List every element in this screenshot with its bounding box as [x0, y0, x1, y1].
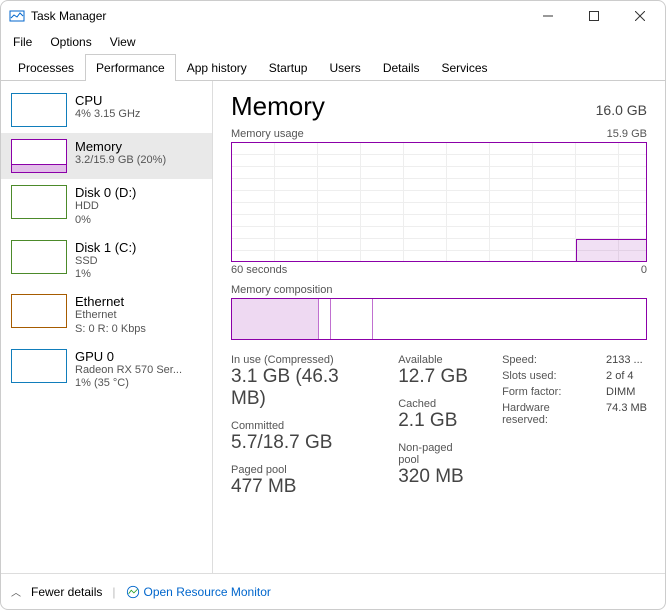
window-title: Task Manager — [31, 9, 106, 23]
tab-details[interactable]: Details — [372, 54, 431, 81]
sidebar-item-label: Disk 1 (C:) — [75, 240, 136, 255]
sidebar-item-label: Ethernet — [75, 294, 146, 309]
tab-startup[interactable]: Startup — [258, 54, 319, 81]
menu-file[interactable]: File — [5, 33, 40, 51]
disk-thumb — [11, 185, 67, 219]
open-resource-monitor-label: Open Resource Monitor — [144, 585, 271, 599]
sidebar-item-label: Memory — [75, 139, 166, 154]
chart-label-right: 15.9 GB — [607, 128, 647, 140]
stat-inuse-label: In use (Compressed) — [231, 354, 374, 366]
detail-slots-label: Slots used: — [502, 370, 594, 382]
sidebar-item-label: Disk 0 (D:) — [75, 185, 136, 200]
chevron-up-icon[interactable]: ︿ — [11, 584, 21, 599]
sidebar-item-ethernet[interactable]: EthernetEthernetS: 0 R: 0 Kbps — [1, 288, 212, 343]
stat-nonpaged-value: 320 MB — [398, 466, 474, 488]
ethernet-thumb — [11, 294, 67, 328]
main-panel: Memory 16.0 GB Memory usage 15.9 GB 60 s… — [213, 81, 665, 573]
sidebar-item-sub: EthernetS: 0 R: 0 Kbps — [75, 309, 146, 337]
detail-hwres-value: 74.3 MB — [606, 402, 647, 426]
sidebar-item-disk0[interactable]: Disk 0 (D:)HDD0% — [1, 179, 212, 234]
detail-hwres-label: Hardware reserved: — [502, 402, 594, 426]
stat-available-label: Available — [398, 354, 474, 366]
fewer-details-button[interactable]: Fewer details — [31, 585, 102, 599]
gpu-thumb — [11, 349, 67, 383]
stat-committed-label: Committed — [231, 420, 374, 432]
memory-usage-chart[interactable] — [231, 142, 647, 262]
resource-monitor-icon — [126, 585, 140, 599]
stat-inuse-value: 3.1 GB (46.3 MB) — [231, 366, 374, 410]
memory-composition-chart[interactable] — [231, 298, 647, 340]
sidebar-item-sub: 4% 3.15 GHz — [75, 108, 140, 122]
sidebar-item-sub: Radeon RX 570 Ser...1% (35 °C) — [75, 364, 182, 392]
chart-x-left: 60 seconds — [231, 264, 287, 276]
tabs: Processes Performance App history Startu… — [1, 53, 665, 81]
menu-view[interactable]: View — [102, 33, 144, 51]
cpu-thumb — [11, 93, 67, 127]
detail-speed-label: Speed: — [502, 354, 594, 366]
open-resource-monitor-link[interactable]: Open Resource Monitor — [126, 585, 271, 599]
detail-form-label: Form factor: — [502, 386, 594, 398]
detail-speed-value: 2133 ... — [606, 354, 647, 366]
titlebar: Task Manager — [1, 1, 665, 31]
tab-users[interactable]: Users — [318, 54, 371, 81]
maximize-button[interactable] — [571, 1, 617, 31]
sidebar-item-sub: SSD1% — [75, 255, 136, 283]
sidebar-item-cpu[interactable]: CPU4% 3.15 GHz — [1, 87, 212, 133]
memory-details: Speed: 2133 ... Slots used: 2 of 4 Form fa… — [502, 354, 647, 426]
chart-x-right: 0 — [641, 264, 647, 276]
stat-paged-label: Paged pool — [231, 464, 374, 476]
tab-performance[interactable]: Performance — [85, 54, 176, 81]
stat-cached-value: 2.1 GB — [398, 410, 474, 432]
tab-app-history[interactable]: App history — [176, 54, 258, 81]
stat-paged-value: 477 MB — [231, 476, 374, 498]
page-title: Memory — [231, 91, 325, 122]
sidebar-item-disk1[interactable]: Disk 1 (C:)SSD1% — [1, 234, 212, 289]
detail-slots-value: 2 of 4 — [606, 370, 647, 382]
close-button[interactable] — [617, 1, 663, 31]
app-icon — [9, 8, 25, 24]
minimize-button[interactable] — [525, 1, 571, 31]
memory-thumb — [11, 139, 67, 173]
sidebar-item-label: GPU 0 — [75, 349, 182, 364]
composition-label: Memory composition — [231, 284, 332, 296]
sidebar-item-gpu0[interactable]: GPU 0Radeon RX 570 Ser...1% (35 °C) — [1, 343, 212, 398]
stat-committed-value: 5.7/18.7 GB — [231, 432, 374, 454]
performance-sidebar: CPU4% 3.15 GHz Memory3.2/15.9 GB (20%) D… — [1, 81, 213, 573]
total-capacity: 16.0 GB — [596, 102, 647, 118]
tab-services[interactable]: Services — [431, 54, 499, 81]
menu-options[interactable]: Options — [42, 33, 99, 51]
stat-available-value: 12.7 GB — [398, 366, 474, 388]
detail-form-value: DIMM — [606, 386, 647, 398]
sidebar-item-sub: HDD0% — [75, 200, 136, 228]
sidebar-item-label: CPU — [75, 93, 140, 108]
footer: ︿ Fewer details | Open Resource Monitor — [1, 573, 665, 609]
sidebar-item-memory[interactable]: Memory3.2/15.9 GB (20%) — [1, 133, 212, 179]
sidebar-item-sub: 3.2/15.9 GB (20%) — [75, 154, 166, 168]
tab-processes[interactable]: Processes — [7, 54, 85, 81]
disk-thumb — [11, 240, 67, 274]
stat-cached-label: Cached — [398, 398, 474, 410]
menubar: File Options View — [1, 31, 665, 53]
stat-nonpaged-label: Non-paged pool — [398, 442, 474, 466]
chart-label-left: Memory usage — [231, 128, 304, 140]
